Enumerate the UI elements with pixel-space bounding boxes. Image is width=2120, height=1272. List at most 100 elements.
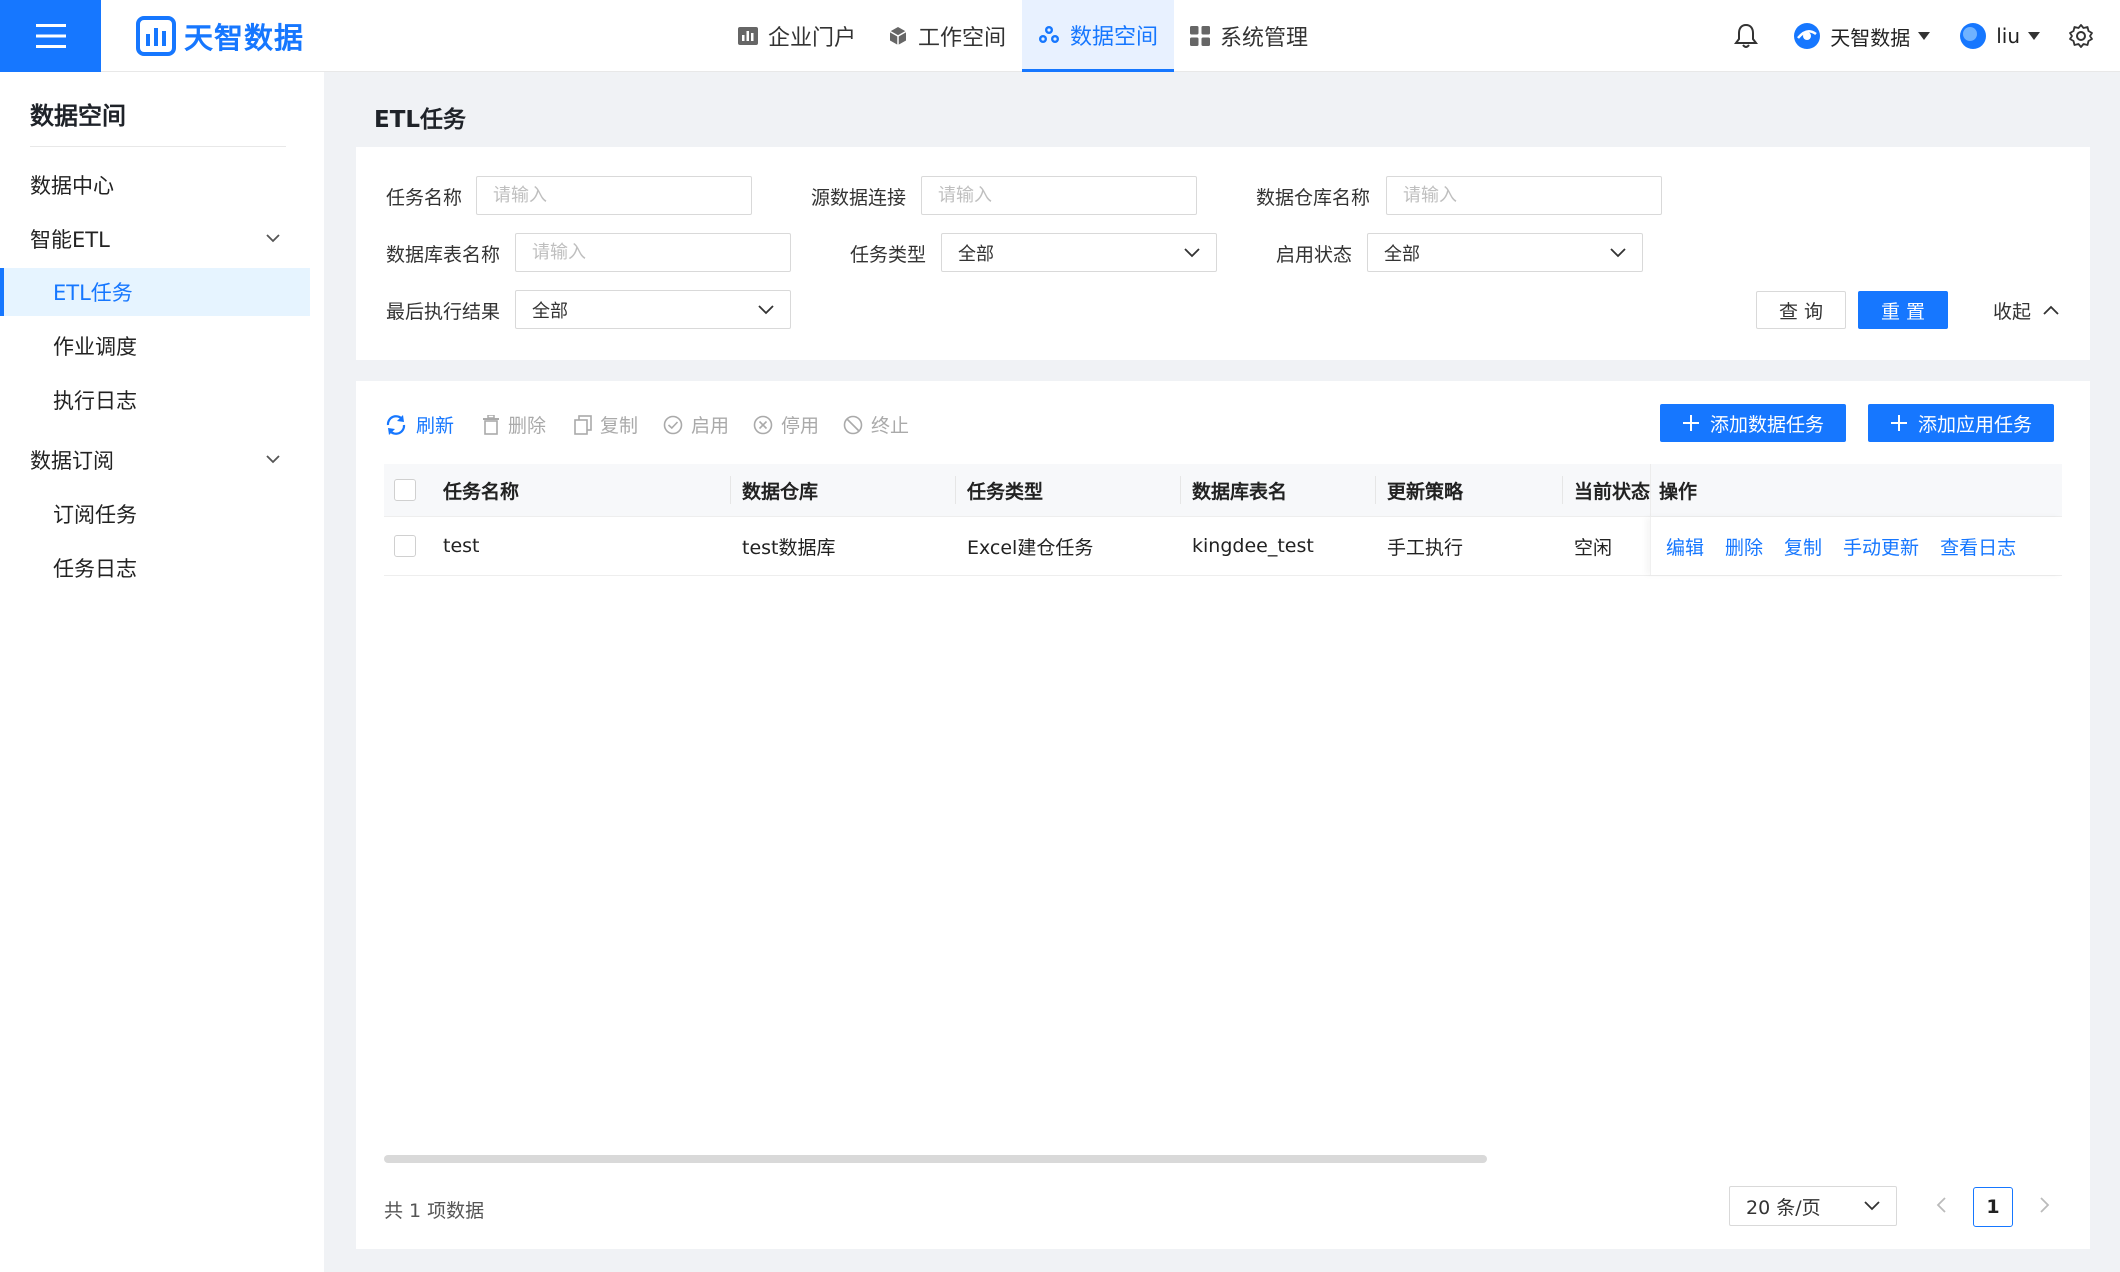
main-nav: 企业门户 工作空间 数据空间 系统管理: [722, 0, 1324, 72]
chevron-right-icon: [2040, 1197, 2050, 1213]
column-divider: [955, 476, 956, 504]
sidebar-item-smart-etl[interactable]: 智能ETL: [0, 215, 310, 263]
page-size-select[interactable]: 20 条/页: [1729, 1186, 1897, 1226]
notifications-button[interactable]: [1734, 23, 1759, 49]
source-connection-input[interactable]: [921, 176, 1197, 215]
chevron-down-icon: [1184, 247, 1200, 257]
cell-actions: 编辑 删除 复制 手动更新 查看日志: [1650, 517, 2062, 575]
settings-button[interactable]: [2068, 23, 2094, 49]
sidebar: 数据空间 数据中心 智能ETL ETL任务 作业调度 执行日志 数据订阅 订阅任…: [0, 72, 324, 1272]
reset-button[interactable]: 重 置: [1858, 291, 1948, 329]
sidebar-item-execution-log[interactable]: 执行日志: [0, 376, 310, 424]
sidebar-item-subscription-tasks[interactable]: 订阅任务: [0, 490, 310, 538]
column-header-update-strategy[interactable]: 更新策略: [1387, 464, 1463, 516]
query-button[interactable]: 查 询: [1756, 291, 1846, 329]
column-header-warehouse[interactable]: 数据仓库: [742, 464, 818, 516]
sidebar-item-label: 作业调度: [53, 335, 137, 359]
horizontal-scrollbar[interactable]: [384, 1155, 1487, 1163]
grid-icon: [1190, 26, 1211, 46]
prev-page-button[interactable]: [1936, 1194, 1946, 1219]
select-value: 全部: [958, 243, 994, 265]
warehouse-name-label: 数据仓库名称: [1256, 187, 1371, 209]
nav-item-data-space[interactable]: 数据空间: [1022, 0, 1175, 72]
view-log-link[interactable]: 查看日志: [1940, 533, 2016, 560]
refresh-label: 刷新: [416, 415, 455, 437]
nav-item-enterprise-portal[interactable]: 企业门户: [722, 0, 872, 72]
task-table-panel: 刷新 删除 复制 启用 停用 终止 添加数据任务 添加应用任务 任务名称 数据仓…: [356, 381, 2090, 1249]
cell-update-strategy: 手工执行: [1387, 536, 1464, 559]
task-type-label: 任务类型: [850, 244, 927, 266]
enable-button[interactable]: 启用: [663, 411, 729, 438]
terminate-label: 终止: [871, 415, 910, 437]
column-header-current-status[interactable]: 当前状态: [1574, 464, 1650, 516]
table-row: test test数据库 Excel建仓任务 kingdee_test 手工执行…: [384, 517, 2062, 576]
table-name-label: 数据库表名称: [386, 244, 501, 266]
column-divider: [1562, 476, 1563, 504]
collapse-button[interactable]: 收起: [1976, 291, 2076, 329]
org-name: 天智数据: [1830, 25, 1911, 50]
task-type-select[interactable]: 全部: [941, 233, 1217, 272]
add-app-task-label: 添加应用任务: [1918, 413, 2033, 436]
header-right: 天智数据 liu: [1734, 0, 2120, 72]
enable-label: 启用: [691, 415, 730, 437]
refresh-button[interactable]: 刷新: [384, 411, 454, 438]
page-number-current[interactable]: 1: [1973, 1187, 2013, 1227]
nav-item-system-admin[interactable]: 系统管理: [1174, 0, 1324, 72]
edit-link[interactable]: 编辑: [1666, 533, 1704, 560]
column-header-task-name[interactable]: 任务名称: [443, 464, 519, 516]
disable-button[interactable]: 停用: [753, 411, 819, 438]
manual-update-link[interactable]: 手动更新: [1843, 533, 1919, 560]
user-name: liu: [1996, 24, 2020, 48]
chevron-down-icon: [266, 455, 280, 464]
last-result-select[interactable]: 全部: [515, 290, 791, 329]
copy-button[interactable]: 复制: [574, 411, 638, 438]
add-data-task-label: 添加数据任务: [1710, 413, 1825, 436]
menu-icon: [35, 24, 66, 48]
gear-icon: [2069, 24, 2093, 48]
enable-status-select[interactable]: 全部: [1367, 233, 1643, 272]
sidebar-item-etl-tasks[interactable]: ETL任务: [0, 268, 310, 316]
brand-logo[interactable]: 天智数据: [136, 14, 304, 58]
copy-label: 复制: [600, 415, 639, 437]
plus-icon: [1683, 415, 1699, 431]
copy-link[interactable]: 复制: [1784, 533, 1822, 560]
add-app-task-button[interactable]: 添加应用任务: [1868, 404, 2055, 442]
delete-link[interactable]: 删除: [1725, 533, 1763, 560]
page-title: ETL任务: [374, 107, 467, 133]
column-header-task-type[interactable]: 任务类型: [967, 464, 1043, 516]
total-count: 共 1 项数据: [384, 1200, 485, 1222]
select-value: 全部: [1384, 243, 1420, 265]
user-menu[interactable]: liu: [1958, 21, 2040, 51]
sidebar-item-data-subscription[interactable]: 数据订阅: [0, 436, 310, 484]
delete-button[interactable]: 删除: [482, 411, 546, 438]
nav-item-workspace[interactable]: 工作空间: [872, 0, 1022, 72]
task-name-input[interactable]: [476, 176, 752, 215]
org-logo-icon: [1794, 23, 1821, 49]
stop-icon: [843, 415, 863, 434]
org-switcher[interactable]: 天智数据: [1792, 21, 1931, 51]
filter-panel: 任务名称 源数据连接 数据仓库名称 数据库表名称 任务类型 全部 启用状态 全部…: [356, 147, 2090, 360]
sidebar-item-label: 数据中心: [30, 174, 114, 198]
chevron-down-icon: [1864, 1201, 1880, 1211]
enable-status-label: 启用状态: [1276, 244, 1353, 266]
sidebar-item-task-log[interactable]: 任务日志: [0, 544, 310, 592]
avatar: [1960, 23, 1987, 49]
terminate-button[interactable]: 终止: [843, 411, 909, 438]
sidebar-item-data-center[interactable]: 数据中心: [0, 161, 310, 209]
sidebar-item-label: 数据订阅: [30, 449, 114, 473]
column-header-table-name[interactable]: 数据库表名: [1192, 464, 1287, 516]
table-name-input[interactable]: [515, 233, 791, 272]
row-checkbox[interactable]: [394, 517, 416, 575]
sidebar-item-label: 订阅任务: [53, 503, 137, 527]
task-name-label: 任务名称: [386, 187, 463, 209]
sidebar-item-job-schedule[interactable]: 作业调度: [0, 322, 310, 370]
warehouse-name-input[interactable]: [1386, 176, 1662, 215]
close-circle-icon: [753, 415, 773, 434]
bar-chart-icon: [738, 27, 758, 45]
next-page-button[interactable]: [2040, 1194, 2050, 1219]
hamburger-menu-button[interactable]: [0, 0, 101, 72]
check-circle-icon: [663, 415, 683, 434]
select-all-checkbox[interactable]: [394, 464, 416, 516]
delete-label: 删除: [508, 415, 547, 437]
add-data-task-button[interactable]: 添加数据任务: [1660, 404, 1847, 442]
